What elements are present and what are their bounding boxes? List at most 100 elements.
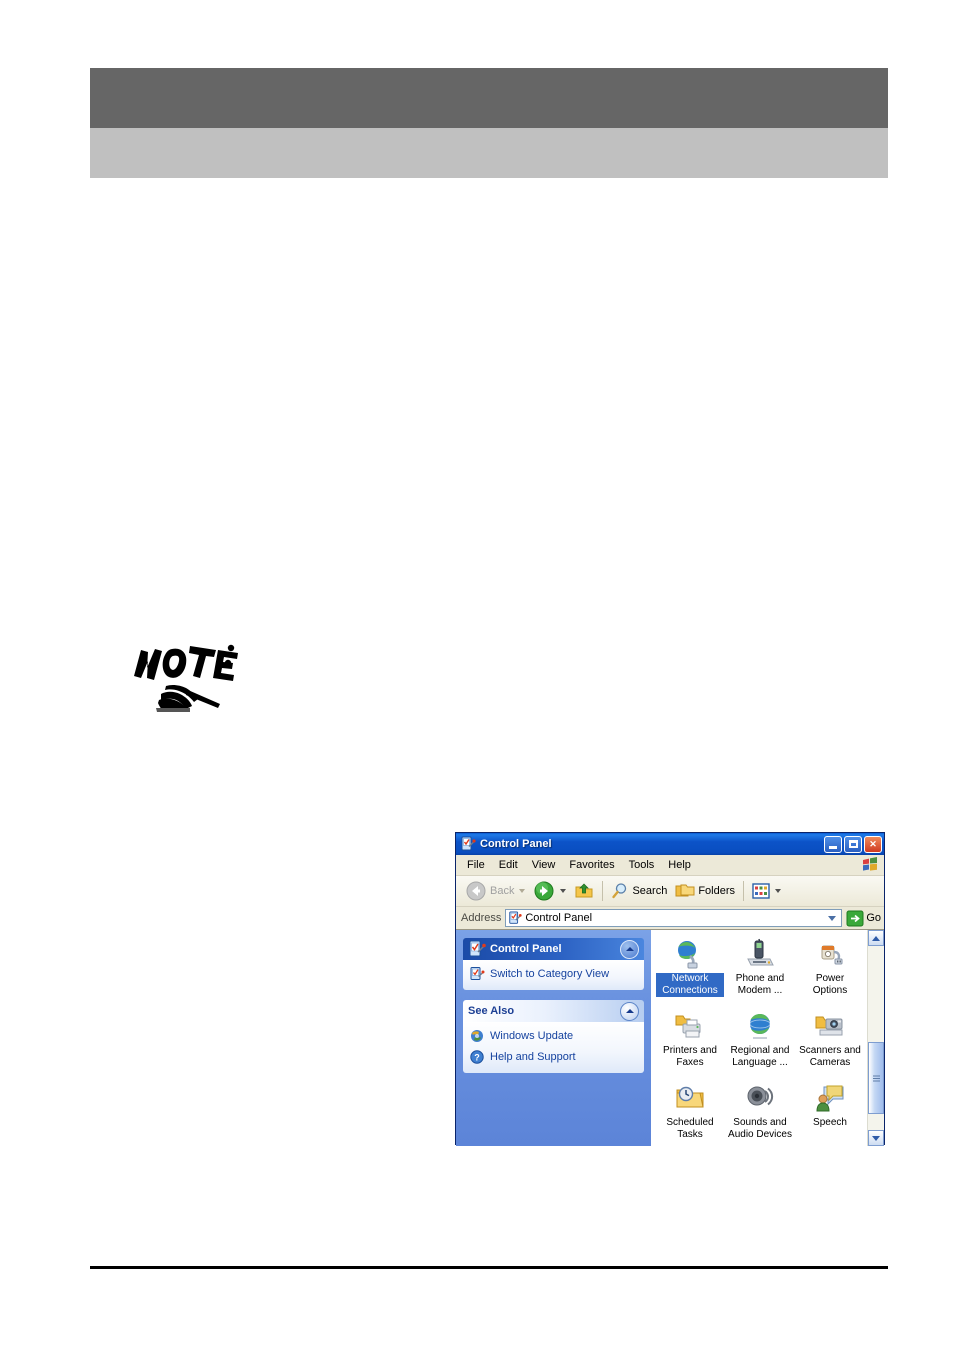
power-options-icon xyxy=(821,945,843,965)
note-icon xyxy=(134,644,238,712)
network-connections-icon xyxy=(678,941,698,969)
menu-item-tools[interactable]: Tools xyxy=(622,857,662,873)
up-folder-icon xyxy=(575,883,593,898)
window-title-bar[interactable]: Control Panel ✕ xyxy=(456,833,884,855)
task-group-header[interactable]: Control Panel xyxy=(463,938,644,960)
scroll-down-button[interactable] xyxy=(868,1130,884,1146)
task-group-header[interactable]: See Also xyxy=(463,1000,644,1022)
go-button[interactable]: Go xyxy=(846,910,881,927)
header-bar-dark xyxy=(90,68,888,128)
forward-dropdown-icon[interactable] xyxy=(560,889,567,893)
note-marker xyxy=(128,638,238,718)
address-value: Control Panel xyxy=(525,912,593,924)
menu-item-edit[interactable]: Edit xyxy=(492,857,525,873)
link-label: Switch to Category View xyxy=(490,968,610,980)
toolbar-separator-2 xyxy=(743,881,745,901)
svg-text:?: ? xyxy=(474,1053,480,1063)
cp-item-phone-and-modem[interactable]: Phone and Modem ... xyxy=(725,936,795,1008)
cp-item-scheduled-tasks[interactable]: Scheduled Tasks xyxy=(655,1080,725,1152)
menu-item-view[interactable]: View xyxy=(525,857,563,873)
back-label: Back xyxy=(490,885,515,897)
maximize-button[interactable] xyxy=(844,835,862,853)
task-group-title: Control Panel xyxy=(490,943,562,955)
cp-item-printers-and-faxes[interactable]: Printers and Faxes xyxy=(655,1008,725,1080)
search-label: Search xyxy=(632,885,668,897)
cp-item-network-connections[interactable]: Network Connections xyxy=(655,936,725,1008)
address-bar[interactable]: Address Control Panel Go xyxy=(456,907,884,930)
windows-flag-icon xyxy=(863,857,877,871)
folders-button[interactable]: Folders xyxy=(671,881,739,901)
go-arrow-icon xyxy=(846,910,864,926)
cp-item-label: Scanners and Cameras xyxy=(799,1045,861,1068)
menu-item-file[interactable]: File xyxy=(460,857,492,873)
collapse-chevron-icon[interactable] xyxy=(620,939,639,959)
cp-item-scanners-and-cameras[interactable]: Scanners and Cameras xyxy=(795,1008,865,1080)
cp-item-label: Speech xyxy=(813,1117,847,1128)
window-controls[interactable]: ✕ xyxy=(824,835,882,853)
views-button[interactable] xyxy=(748,882,785,900)
regional-and-language-icon xyxy=(749,1014,771,1039)
back-arrow-icon xyxy=(466,881,486,901)
header-bar-light xyxy=(90,128,888,178)
link-label: Windows Update xyxy=(490,1030,574,1042)
address-label: Address xyxy=(461,912,502,924)
help-and-support-link[interactable]: ? Help and Support xyxy=(469,1049,638,1065)
task-group-title: See Also xyxy=(468,1005,515,1017)
toolbar-separator xyxy=(602,881,604,901)
cp-item-label: Sounds and Audio Devices xyxy=(728,1117,792,1140)
views-dropdown-icon[interactable] xyxy=(775,889,782,893)
footer-divider xyxy=(90,1266,888,1269)
menu-item-help[interactable]: Help xyxy=(661,857,698,873)
speech-icon xyxy=(816,1085,844,1112)
cp-item-regional-and-language[interactable]: Regional and Language ... xyxy=(725,1008,795,1080)
vertical-scrollbar[interactable] xyxy=(867,930,884,1146)
address-input[interactable]: Control Panel xyxy=(505,909,843,927)
scroll-up-button[interactable] xyxy=(868,930,884,946)
windows-update-link[interactable]: Windows Update xyxy=(469,1028,638,1044)
scheduled-tasks-icon xyxy=(676,1086,704,1108)
cp-item-label: Printers and Faxes xyxy=(663,1045,717,1068)
task-group-content: Switch to Category View xyxy=(463,960,644,990)
close-icon[interactable]: ✕ xyxy=(864,835,882,853)
printers-and-faxes-icon xyxy=(675,1015,701,1038)
task-group-see-also: See Also Windows Update ? Help and Suppo… xyxy=(463,1000,644,1073)
control-panel-icon xyxy=(509,911,523,924)
scrollbar-thumb[interactable] xyxy=(868,1042,884,1114)
cp-item-power-options[interactable]: Power Options xyxy=(795,936,865,1008)
scanners-and-cameras-icon xyxy=(815,1016,843,1036)
toolbar[interactable]: Back Search Folders xyxy=(456,876,884,907)
cp-item-label: Network Connections xyxy=(656,973,724,997)
back-button[interactable]: Back xyxy=(461,879,529,903)
cp-item-label: Scheduled Tasks xyxy=(666,1117,714,1140)
scrollbar-grip-icon xyxy=(872,1075,880,1081)
forward-arrow-icon xyxy=(534,881,554,901)
sounds-and-audio-devices-icon xyxy=(747,1086,774,1106)
forward-button[interactable] xyxy=(529,879,570,903)
scrollbar-track[interactable] xyxy=(868,946,884,1130)
menu-bar[interactable]: File Edit View Favorites Tools Help xyxy=(456,855,884,876)
back-dropdown-icon[interactable] xyxy=(519,889,526,893)
help-support-icon: ? xyxy=(470,1050,484,1064)
control-panel-item-grid: Network Connections Phone and Modem ... xyxy=(651,930,867,1146)
task-pane: Control Panel Switch to Category View Se… xyxy=(456,930,651,1146)
category-view-icon xyxy=(470,967,485,980)
address-dropdown-icon[interactable] xyxy=(824,910,839,926)
phone-and-modem-icon xyxy=(747,938,774,966)
search-icon xyxy=(612,883,627,899)
task-group-control-panel: Control Panel Switch to Category View xyxy=(463,938,644,990)
minimize-button[interactable] xyxy=(824,835,842,853)
collapse-chevron-icon[interactable] xyxy=(620,1001,639,1021)
up-button[interactable] xyxy=(570,880,598,902)
cp-item-speech[interactable]: Speech xyxy=(795,1080,865,1152)
link-label: Help and Support xyxy=(490,1051,576,1063)
cp-item-sounds-and-audio-devices[interactable]: Sounds and Audio Devices xyxy=(725,1080,795,1152)
windows-update-icon xyxy=(471,1030,483,1042)
folders-label: Folders xyxy=(698,885,736,897)
control-panel-icon xyxy=(461,836,476,851)
control-panel-icon xyxy=(469,940,486,957)
switch-to-category-view-link[interactable]: Switch to Category View xyxy=(469,966,638,982)
search-button[interactable]: Search xyxy=(607,881,671,901)
menu-item-favorites[interactable]: Favorites xyxy=(562,857,621,873)
control-panel-window[interactable]: Control Panel ✕ File Edit View Favorites… xyxy=(455,832,885,1146)
views-icon xyxy=(752,883,770,899)
